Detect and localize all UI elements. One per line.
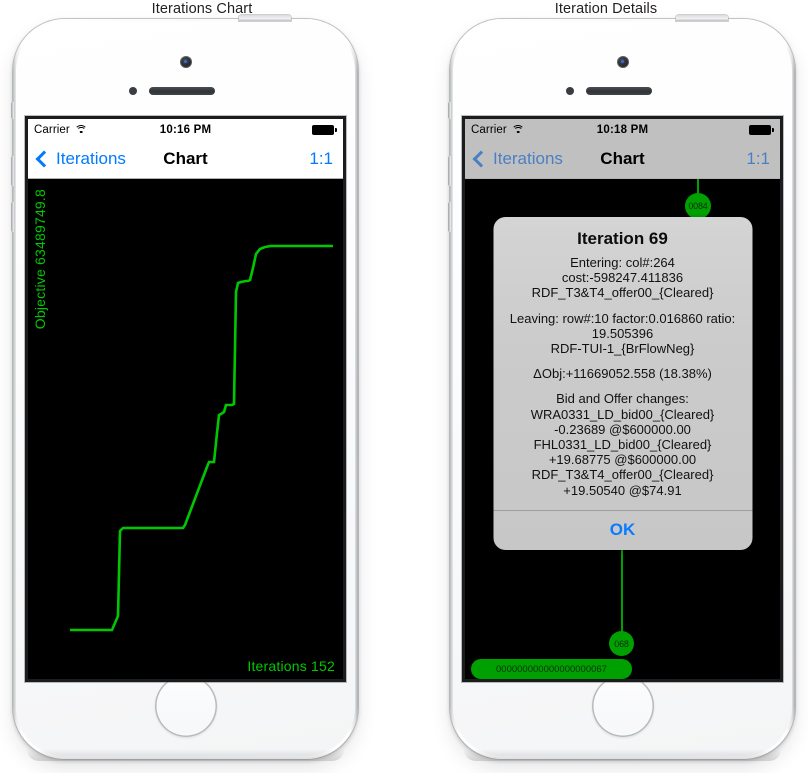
power-button-right[interactable]	[676, 15, 728, 21]
volume-up-button-right[interactable]	[448, 156, 452, 186]
chevron-left-icon	[35, 150, 53, 168]
iteration-details-alert: Iteration 69 Entering: col#:264 cost:-59…	[493, 217, 752, 550]
silent-switch-right[interactable]	[448, 102, 452, 119]
screen-left: Carrier 10:16 PM Iterations Chart 1:1 Ob…	[28, 119, 343, 679]
back-button-label-left: Iterations	[56, 149, 126, 168]
iphone-device-right: Carrier 10:18 PM Iterations Chart 1:1 00…	[448, 15, 795, 761]
back-button-label-right: Iterations	[493, 149, 563, 168]
chevron-left-icon	[472, 150, 490, 168]
status-bar-right: Carrier 10:18 PM	[465, 119, 780, 140]
volume-up-button-left[interactable]	[11, 156, 15, 186]
zoom-ratio-button-right[interactable]: 1:1	[746, 149, 772, 169]
zoom-ratio-button-left[interactable]: 1:1	[309, 149, 335, 169]
volume-down-button-left[interactable]	[11, 202, 15, 232]
silent-switch-left[interactable]	[11, 102, 15, 119]
status-time-right: 10:18 PM	[596, 123, 649, 136]
screenshot-stage: Iterations Chart Iteration Details Carri…	[0, 0, 808, 773]
screen-right: Carrier 10:18 PM Iterations Chart 1:1 00…	[465, 119, 780, 679]
home-button-right[interactable]	[591, 675, 654, 737]
alert-paragraph-delta-obj: ΔObj:+11669052.558 (18.38%)	[533, 366, 712, 382]
alert-paragraph-bid-offer: Bid and Offer changes: WRA0331_LD_bid00_…	[530, 391, 715, 498]
x-axis-label-left: Iterations 152	[247, 658, 335, 674]
back-button-left[interactable]: Iterations	[35, 149, 126, 169]
y-axis-label-left: Objective 63489749.8	[32, 189, 48, 330]
nav-bar-right: Iterations Chart 1:1	[465, 140, 780, 179]
iteration-graph-canvas[interactable]: 0084 068 000000000000000000067 Iteration…	[465, 179, 780, 679]
objective-step-line	[70, 244, 333, 632]
alert-title: Iteration 69	[577, 229, 668, 248]
earpiece-speaker-icon	[149, 87, 215, 95]
iphone-device-left: Carrier 10:16 PM Iterations Chart 1:1 Ob…	[11, 15, 358, 761]
volume-down-button-right[interactable]	[448, 202, 452, 232]
alert-paragraph-leaving: Leaving: row#:10 factor:0.016860 ratio: …	[509, 310, 736, 357]
nav-bar-left: Iterations Chart 1:1	[28, 140, 343, 179]
power-button-left[interactable]	[239, 15, 291, 21]
earpiece-speaker-icon	[586, 87, 652, 95]
front-camera-icon	[179, 56, 192, 68]
status-time-left: 10:16 PM	[159, 123, 212, 136]
home-button-left[interactable]	[154, 675, 217, 737]
back-button-right[interactable]: Iterations	[472, 149, 563, 169]
status-bar-left: Carrier 10:16 PM	[28, 119, 343, 140]
caption-iteration-details: Iteration Details	[554, 1, 658, 17]
alert-paragraph-entering: Entering: col#:264 cost:-598247.411836 R…	[531, 255, 714, 301]
alert-ok-button[interactable]: OK	[493, 511, 752, 550]
proximity-sensor-icon	[566, 87, 574, 95]
proximity-sensor-icon	[129, 87, 137, 95]
front-camera-icon	[616, 56, 629, 68]
iterations-chart-canvas[interactable]: Objective 63489749.8 Iterations 152	[28, 179, 343, 679]
caption-iterations-chart: Iterations Chart	[151, 1, 253, 17]
alert-body: Entering: col#:264 cost:-598247.411836 R…	[493, 255, 752, 510]
